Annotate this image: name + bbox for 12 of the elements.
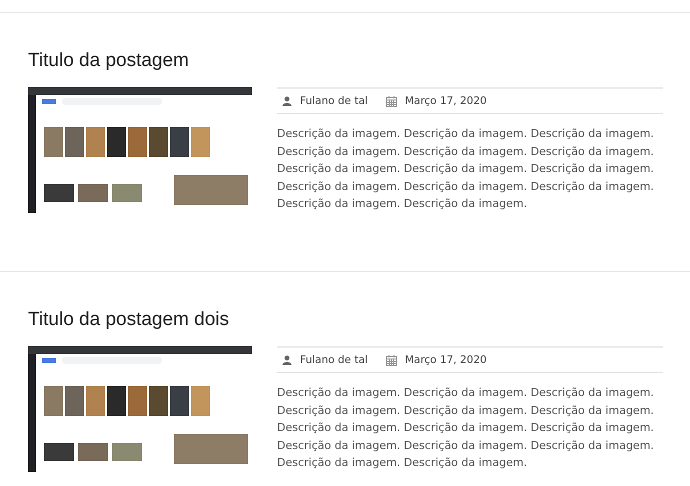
user-icon [282, 355, 292, 365]
post-description: Descrição da imagem. Descrição da imagem. Descrição da imagem. Descrição da imagem. Descrição da imagem. Descrição da imagem. Descrição da imagem. Descrição da imagem. Descrição da imagem. Descrição da imagem. Descrição da imagem. Descrição da imagem. Descrição da imagem. Descrição da imagem. [277, 385, 655, 471]
post-description: Descrição da imagem. Descrição da imagem. Descrição da imagem. Descrição da imagem. Descrição da imagem. Descrição da imagem. Descrição da imagem. Descrição da imagem. Descrição da imagem. Descrição da imagem. Descrição da imagem. Descrição da imagem. Descrição da imagem. Descrição da imagem. [277, 126, 655, 212]
post-date: Março 17, 2020 [404, 95, 487, 107]
post-title: Titulo da postagem [28, 49, 190, 73]
calendar-icon [386, 96, 397, 106]
post-date: Março 17, 2020 [404, 354, 487, 366]
author-name: Fulano de tal [300, 354, 368, 366]
calendar-icon [386, 354, 397, 366]
user-icon [282, 96, 292, 106]
author-name: Fulano de tal [300, 95, 368, 107]
post-title: Titulo da postagem dois [28, 308, 230, 332]
